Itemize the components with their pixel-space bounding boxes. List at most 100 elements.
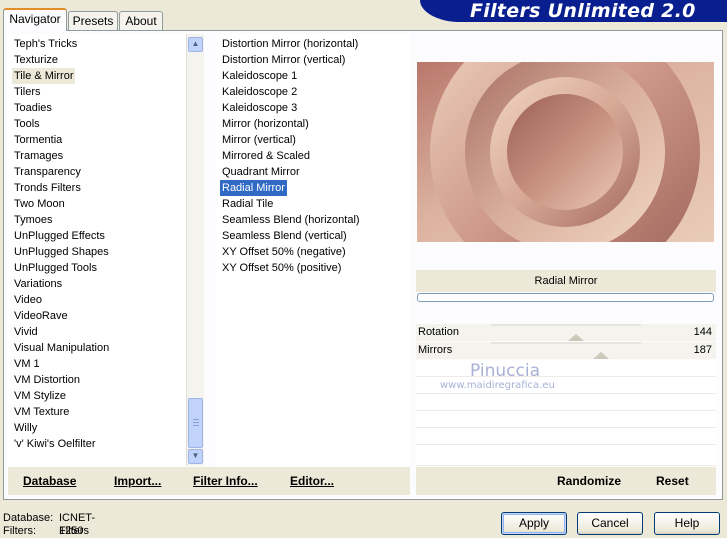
status-filters-label: Filters:: [3, 525, 36, 537]
apply-button[interactable]: Apply: [501, 512, 567, 535]
category-item[interactable]: Transparency: [12, 164, 83, 180]
category-item[interactable]: Vivid: [12, 324, 40, 340]
filter-item[interactable]: Seamless Blend (vertical): [220, 228, 349, 244]
category-item[interactable]: Toadies: [12, 100, 54, 116]
param-rotation-value: 144: [693, 326, 712, 338]
progress-bar: [417, 293, 714, 302]
category-item[interactable]: Tile & Mirror: [12, 68, 76, 84]
param-mirrors-label: Mirrors: [418, 344, 453, 356]
filter-item[interactable]: Kaleidoscope 2: [220, 84, 299, 100]
category-item[interactable]: Visual Manipulation: [12, 340, 111, 356]
database-button[interactable]: Database: [23, 467, 76, 495]
apply-button-label: Apply: [518, 516, 550, 530]
scroll-down-icon[interactable]: ▼: [188, 449, 203, 464]
filter-item[interactable]: Seamless Blend (horizontal): [220, 212, 362, 228]
right-button-bar: Randomize Reset: [416, 467, 716, 495]
param-rotation[interactable]: Rotation 144: [416, 324, 716, 341]
editor-button-label: Editor...: [290, 474, 335, 488]
param-row-empty: [416, 428, 716, 445]
category-item[interactable]: Willy: [12, 420, 39, 436]
param-row-empty: [416, 394, 716, 411]
help-button[interactable]: Help: [654, 512, 720, 535]
watermark-name: Pinuccia: [470, 361, 540, 381]
category-item[interactable]: VideoRave: [12, 308, 70, 324]
category-item[interactable]: Two Moon: [12, 196, 67, 212]
rotation-slider[interactable]: [491, 324, 641, 341]
filter-item[interactable]: Distortion Mirror (horizontal): [220, 36, 360, 52]
filter-item[interactable]: Distortion Mirror (vertical): [220, 52, 347, 68]
database-button-label: Database: [23, 474, 77, 488]
reset-button[interactable]: Reset: [656, 467, 689, 495]
category-item[interactable]: Tymoes: [12, 212, 55, 228]
filter-item[interactable]: XY Offset 50% (positive): [220, 260, 343, 276]
banner-title: Filters Unlimited 2.0: [470, 0, 696, 22]
category-item[interactable]: Tramages: [12, 148, 65, 164]
filter-info-button[interactable]: Filter Info...: [193, 467, 258, 495]
watermark: Pinuccia www.maidiregrafica.eu: [440, 362, 555, 392]
category-item[interactable]: Tronds Filters: [12, 180, 83, 196]
status-filters: Filters: 1250: [3, 525, 83, 538]
scroll-thumb[interactable]: [188, 398, 203, 448]
category-list[interactable]: Teph's Tricks Texturize Tile & Mirror Tiler…: [8, 34, 186, 466]
editor-button[interactable]: Editor...: [290, 467, 334, 495]
effect-name-label: Radial Mirror: [534, 275, 598, 287]
cancel-button[interactable]: Cancel: [577, 512, 643, 535]
category-item[interactable]: 'v' Kiwi's Oelfilter: [12, 436, 97, 452]
filter-preview-image: [417, 62, 714, 242]
effect-name: Radial Mirror: [416, 270, 716, 292]
tab-presets[interactable]: Presets: [68, 11, 118, 30]
category-item[interactable]: Video: [12, 292, 44, 308]
filter-info-button-label: Filter Info...: [193, 474, 258, 488]
rotation-slider-marker[interactable]: [568, 334, 584, 341]
filter-item[interactable]: Kaleidoscope 3: [220, 100, 299, 116]
category-item[interactable]: Tormentia: [12, 132, 64, 148]
category-item[interactable]: Texturize: [12, 52, 60, 68]
reset-button-label: Reset: [656, 474, 689, 488]
import-button[interactable]: Import...: [114, 467, 161, 495]
filter-list[interactable]: Distortion Mirror (horizontal) Distortion…: [216, 34, 410, 466]
mirrors-slider-marker[interactable]: [593, 352, 609, 359]
left-button-bar: Database Import... Filter Info... Editor…: [8, 467, 410, 495]
import-button-label: Import...: [114, 474, 162, 488]
tab-navigator[interactable]: Navigator: [3, 8, 67, 31]
filter-item[interactable]: Radial Mirror: [220, 180, 287, 196]
filter-item[interactable]: Mirror (vertical): [220, 132, 298, 148]
tab-presets-label: Presets: [72, 14, 114, 28]
param-rotation-label: Rotation: [418, 326, 459, 338]
category-item[interactable]: Teph's Tricks: [12, 36, 79, 52]
category-item[interactable]: UnPlugged Tools: [12, 260, 99, 276]
category-item[interactable]: Tilers: [12, 84, 42, 100]
status-database-label: Database:: [3, 512, 54, 524]
category-scrollbar[interactable]: ▲ ▼: [186, 34, 204, 466]
filter-item[interactable]: Quadrant Mirror: [220, 164, 302, 180]
category-item[interactable]: VM Distortion: [12, 372, 82, 388]
filter-item[interactable]: XY Offset 50% (negative): [220, 244, 348, 260]
help-button-label: Help: [674, 516, 700, 530]
mirrors-slider[interactable]: [491, 342, 641, 359]
category-item[interactable]: VM 1: [12, 356, 42, 372]
tab-navigator-label: Navigator: [9, 12, 61, 26]
category-item[interactable]: Tools: [12, 116, 42, 132]
category-item[interactable]: VM Stylize: [12, 388, 68, 404]
param-mirrors[interactable]: Mirrors 187: [416, 342, 716, 359]
filter-item[interactable]: Radial Tile: [220, 196, 275, 212]
title-banner: Filters Unlimited 2.0: [420, 0, 727, 22]
status-filters-value: 1250: [59, 525, 84, 537]
category-item[interactable]: UnPlugged Shapes: [12, 244, 111, 260]
category-item[interactable]: Variations: [12, 276, 64, 292]
cancel-button-label: Cancel: [591, 516, 629, 530]
filter-item[interactable]: Mirrored & Scaled: [220, 148, 312, 164]
randomize-button[interactable]: Randomize: [557, 467, 621, 495]
randomize-button-label: Randomize: [557, 474, 622, 488]
filter-item[interactable]: Mirror (horizontal): [220, 116, 311, 132]
scroll-up-icon[interactable]: ▲: [188, 37, 203, 52]
tab-about[interactable]: About: [119, 11, 163, 30]
category-item[interactable]: VM Texture: [12, 404, 71, 420]
category-item[interactable]: UnPlugged Effects: [12, 228, 107, 244]
filter-item[interactable]: Kaleidoscope 1: [220, 68, 299, 84]
watermark-url: www.maidiregrafica.eu: [440, 380, 555, 391]
param-row-empty: [416, 411, 716, 428]
status-database: Database: ICNET-Filters: [3, 512, 95, 537]
tab-about-label: About: [125, 14, 157, 28]
param-mirrors-value: 187: [693, 344, 712, 356]
